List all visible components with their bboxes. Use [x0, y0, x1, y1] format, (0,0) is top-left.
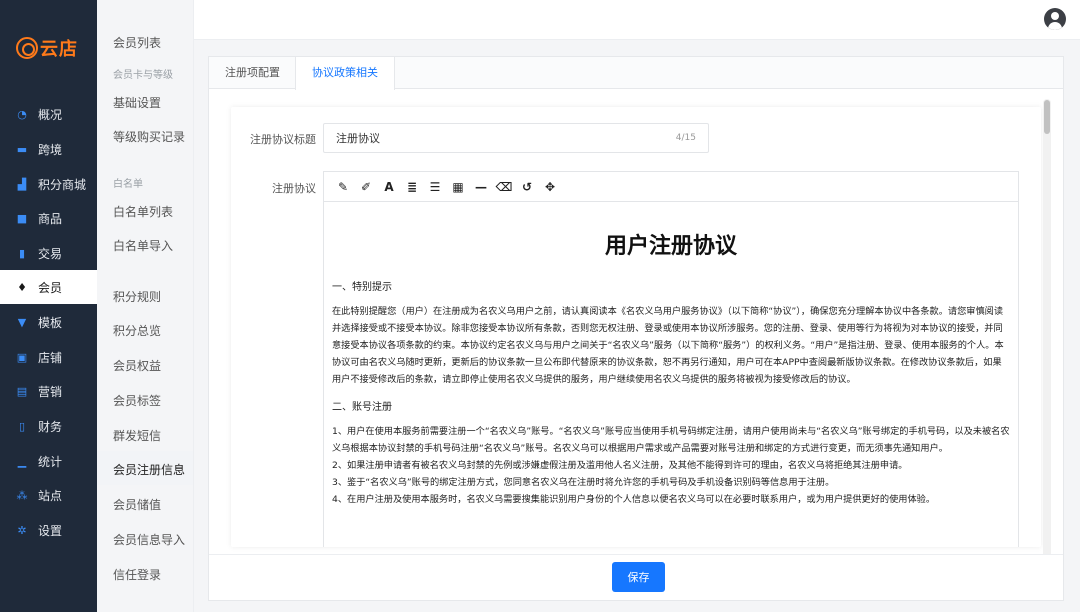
- subnav-group-card: 会员卡与等级: [113, 70, 173, 81]
- nav-item-label: 店铺: [38, 350, 63, 365]
- user-avatar-icon[interactable]: [1044, 8, 1066, 30]
- tab-register-config[interactable]: 注册项配置: [209, 57, 296, 89]
- nav-item-label: 交易: [38, 246, 63, 261]
- logo-icon: [16, 37, 38, 59]
- nav-item-5[interactable]: ♦ 会员: [0, 270, 97, 304]
- nav-item-label: 站点: [38, 488, 63, 503]
- editor-content[interactable]: 用户注册协议 一、特别提示 在此特别提醒您（用户）在注册成为名农义乌用户之前，请…: [324, 228, 1018, 508]
- doc-list-item: 2、如果注册申请者有被名农义乌封禁的先例或涉嫌虚假注册及滥用他人名义注册，及其他…: [332, 460, 908, 471]
- agreement-form: 注册协议标题 注册协议 4/15 注册协议 ✎ ✐ A ≣ ☰ ▦ — ⌫ ↺ ✥ 用户注册协议 …: [231, 107, 1041, 547]
- sitemap-icon: ⁂: [16, 488, 28, 502]
- scrollbar-thumb[interactable]: [1044, 100, 1050, 134]
- doc-section-heading: 二、账号注册: [332, 402, 392, 413]
- subnav-member-rights[interactable]: 会员权益: [113, 357, 161, 374]
- list-icon[interactable]: ☰: [424, 176, 446, 198]
- doc-title: 用户注册协议: [604, 234, 737, 259]
- content-label: 注册协议: [272, 182, 316, 195]
- form-footer: 保存: [209, 554, 1063, 600]
- rich-text-editor[interactable]: ✎ ✐ A ≣ ☰ ▦ — ⌫ ↺ ✥ 用户注册协议 一、特别提示 在此特别提醒您（用户）在注册成…: [323, 171, 1019, 547]
- subnav-group-sms[interactable]: 群发短信: [113, 427, 161, 444]
- nav-item-9[interactable]: ▯ 财务: [0, 409, 97, 443]
- box-icon: ▬: [16, 142, 28, 156]
- diamond-icon: ♦: [17, 280, 27, 294]
- doc-list-item: 4、在用户注册及使用本服务时，名农义乌需要搜集能识别用户身份的个人信息以便名农义…: [332, 494, 936, 505]
- top-bar: [194, 0, 1080, 40]
- hr-icon[interactable]: —: [470, 176, 492, 198]
- nav-item-label: 跨境: [38, 142, 63, 157]
- save-button[interactable]: 保存: [612, 562, 665, 592]
- nav-item-0[interactable]: ◔ 概况: [0, 97, 97, 131]
- subnav-points-overview[interactable]: 积分总览: [113, 322, 161, 339]
- nav-item-8[interactable]: ▤ 营销: [0, 374, 97, 408]
- nav-item-3[interactable]: ■ 商品: [0, 201, 97, 235]
- editor-toolbar: ✎ ✐ A ≣ ☰ ▦ — ⌫ ↺ ✥: [324, 172, 1018, 202]
- shop-icon: ▣: [16, 350, 28, 364]
- char-counter: 4/15: [675, 133, 696, 143]
- document-icon: ▮: [18, 246, 26, 260]
- nav-item-label: 财务: [38, 419, 63, 434]
- nav-item-10[interactable]: ▁ 统计: [0, 444, 97, 478]
- nav-item-label: 商品: [38, 211, 63, 226]
- subnav-whitelist-import[interactable]: 白名单导入: [113, 237, 173, 254]
- subnav-points-rules[interactable]: 积分规则: [113, 288, 161, 305]
- table-icon[interactable]: ▦: [447, 176, 469, 198]
- store-icon: ▟: [17, 177, 27, 191]
- tab-agreement-policy[interactable]: 协议政策相关: [295, 57, 395, 90]
- nav-item-4[interactable]: ▮ 交易: [0, 236, 97, 270]
- subnav-whitelist-list[interactable]: 白名单列表: [113, 203, 173, 220]
- nav-item-1[interactable]: ▬ 跨境: [0, 132, 97, 166]
- subnav-trust-login[interactable]: 信任登录: [113, 566, 161, 583]
- nav-item-7[interactable]: ▣ 店铺: [0, 340, 97, 374]
- eraser-icon[interactable]: ⌫: [493, 176, 515, 198]
- gear-icon: ✲: [17, 523, 27, 537]
- secondary-sidebar: 会员列表 会员卡与等级 基础设置 等级购买记录 白名单 白名单列表 白名单导入 …: [97, 0, 194, 612]
- tab-bar: 注册项配置 协议政策相关: [209, 57, 1063, 90]
- subnav-member-balance[interactable]: 会员储值: [113, 496, 161, 513]
- align-icon[interactable]: ≣: [401, 176, 423, 198]
- main-sidebar: 云店 ◔ 概况 ▬ 跨境 ▟ 积分商城 ■ 商品 ▮ 交易 ♦ 会员 ▼ 模板 ▣ 店铺 ▤ 营销 ▯ 财务 ▁ 统计 ⁂ 站…: [0, 0, 97, 612]
- nav-item-12[interactable]: ✲ 设置: [0, 513, 97, 547]
- nav-item-label: 概况: [38, 107, 63, 122]
- chart-icon: ◔: [17, 107, 27, 121]
- finance-icon: ▯: [18, 419, 26, 433]
- move-icon[interactable]: ✥: [539, 176, 561, 198]
- logo[interactable]: 云店: [16, 36, 78, 60]
- doc-paragraph: 在此特别提醒您（用户）在注册成为名农义乌用户之前，请认真阅读本《名农义乌用户服务…: [332, 306, 1004, 385]
- doc-list-item: 1、用户在使用本服务前需要注册一个“名农义乌”账号。“名农义乌”账号应当使用手机…: [332, 426, 1010, 454]
- nav-item-2[interactable]: ▟ 积分商城: [0, 167, 97, 201]
- nav-item-label: 设置: [38, 523, 63, 538]
- content-scrollbar[interactable]: [1043, 99, 1051, 597]
- subnav-basic-settings[interactable]: 基础设置: [113, 94, 161, 111]
- nav-item-label: 统计: [38, 454, 63, 469]
- doc-section-heading: 一、特别提示: [332, 282, 392, 293]
- template-icon: ▼: [17, 315, 27, 329]
- agreement-title-value: 注册协议: [336, 132, 380, 145]
- doc-list-item: 3、鉴于“名农义乌”账号的绑定注册方式，您同意名农义乌在注册时将允许您的手机号码…: [332, 477, 835, 488]
- pencil-icon[interactable]: ✎: [332, 176, 354, 198]
- bag-icon: ■: [16, 211, 28, 225]
- undo-icon[interactable]: ↺: [516, 176, 538, 198]
- gift-icon: ▤: [16, 384, 28, 398]
- main-content-card: 注册项配置 协议政策相关 注册协议标题 注册协议 4/15 注册协议 ✎ ✐ A ≣ ☰…: [208, 56, 1064, 601]
- nav-item-label: 会员: [38, 280, 63, 295]
- font-icon[interactable]: A: [378, 176, 400, 198]
- subnav-member-info-import[interactable]: 会员信息导入: [113, 531, 185, 548]
- nav-item-label: 营销: [38, 384, 63, 399]
- agreement-title-input[interactable]: 注册协议 4/15: [323, 123, 709, 153]
- subnav-member-list[interactable]: 会员列表: [113, 34, 161, 51]
- nav-item-label: 模板: [38, 315, 63, 330]
- stats-icon: ▁: [17, 454, 27, 468]
- nav-item-6[interactable]: ▼ 模板: [0, 305, 97, 339]
- nav-item-label: 积分商城: [38, 177, 87, 192]
- logo-text: 云店: [40, 39, 78, 60]
- nav-item-11[interactable]: ⁂ 站点: [0, 478, 97, 512]
- subnav-member-tags[interactable]: 会员标签: [113, 392, 161, 409]
- brush-icon[interactable]: ✐: [355, 176, 377, 198]
- subnav-member-register-info[interactable]: 会员注册信息: [113, 461, 185, 478]
- title-label: 注册协议标题: [250, 133, 316, 146]
- subnav-group-whitelist: 白名单: [113, 179, 143, 190]
- subnav-level-purchase[interactable]: 等级购买记录: [113, 128, 185, 145]
